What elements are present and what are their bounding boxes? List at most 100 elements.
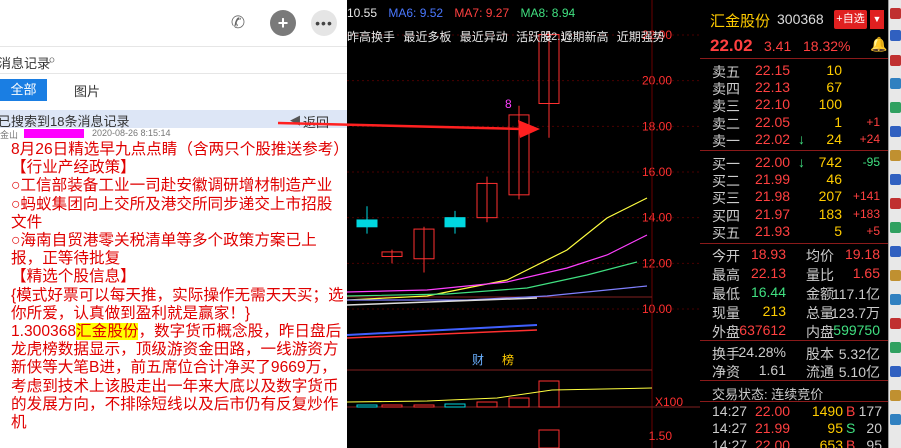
chat-toolbar: ✆ + •••: [0, 0, 347, 46]
stat-label: 均价: [806, 248, 834, 264]
stat-label: 股本: [806, 346, 834, 362]
stock-code: 300368: [777, 11, 824, 27]
toolbar-icon[interactable]: [890, 294, 901, 305]
ma-label: 10.55: [347, 6, 378, 20]
toolbar-icon[interactable]: [890, 30, 901, 41]
bid-row[interactable]: 买五 21.93 5 +5: [700, 223, 888, 241]
tick-time: 14:27: [712, 420, 748, 436]
toolbar-icon[interactable]: [890, 414, 901, 425]
level-price: 21.99: [755, 171, 791, 188]
toolbar-icon[interactable]: [890, 126, 901, 137]
divider: [700, 58, 888, 59]
toolbar-icon[interactable]: [890, 246, 901, 257]
bid-row[interactable]: 买一 22.00 ↓ 742 -95: [700, 154, 888, 172]
level-label: 卖一: [712, 132, 740, 149]
ask-row[interactable]: 卖二 22.05 1 +1: [700, 114, 888, 132]
tick-volume: 653: [819, 437, 843, 448]
toolbar-icon[interactable]: [890, 270, 901, 281]
filter-item[interactable]: 活跃股: [516, 30, 552, 44]
search-icon[interactable]: ⌕: [48, 51, 56, 68]
level-change: -95: [862, 155, 880, 169]
toolbar-icon[interactable]: [890, 174, 901, 185]
toolbar-icon[interactable]: [890, 150, 901, 161]
stat-value: 599750: [833, 322, 880, 338]
more-icon[interactable]: •••: [311, 10, 337, 36]
tick-direction: B: [846, 437, 856, 448]
filter-item[interactable]: 昨高换手: [347, 30, 395, 44]
quote-header: 汇金股份 300368 +自选 ▼: [700, 8, 888, 30]
toolbar-icon[interactable]: [890, 78, 901, 89]
ask-row[interactable]: 卖五 22.15 10: [700, 62, 888, 80]
last-price: 22.02: [710, 36, 753, 55]
tick-time: 14:27: [712, 403, 748, 419]
ask-row[interactable]: 卖四 22.13 67: [700, 79, 888, 97]
volume-bar: [413, 404, 435, 408]
tick-price: 22.00: [755, 437, 791, 448]
message-line: 8月26日精选早九点点睛（含两只个股推送参考）: [11, 141, 347, 158]
chat-history-panel: ✆ + ••• 消息记录 ⌕ 全部 图片 已搜索到18条消息记录 ◀ 返回 金山…: [0, 0, 347, 448]
bell-icon[interactable]: 🔔: [870, 36, 887, 53]
filter-item[interactable]: 近期新高: [560, 30, 608, 44]
moving-average-bar: 10.55 MA6: 9.52 MA7: 9.27 MA8: 8.94: [347, 6, 583, 20]
bid-row[interactable]: 买三 21.98 207 +141: [700, 188, 888, 206]
stat-label: 换手: [712, 346, 740, 362]
phone-icon[interactable]: ✆: [225, 10, 251, 36]
toolbar-icon[interactable]: [890, 8, 901, 19]
bid-row[interactable]: 买四 21.97 183 +183: [700, 206, 888, 224]
stat-value: 22.13: [750, 265, 786, 281]
tick-row: 14:27 22.00 653 B 95: [700, 437, 888, 448]
add-watchlist-button[interactable]: +自选: [834, 10, 867, 29]
toolbar-icon[interactable]: [890, 222, 901, 233]
volume-ma-line: [347, 387, 653, 403]
tick-row: 14:27 22.00 1490 B 177: [700, 403, 888, 421]
stat-row: 今开 18.93 均价 19.18: [700, 246, 888, 264]
level-volume: 207: [818, 188, 842, 205]
dragon-tiger-marker[interactable]: 榜: [502, 351, 514, 368]
message-line: 【行业产经政策】: [11, 159, 136, 177]
y-tick-label: 16.00: [642, 165, 672, 179]
divider: [700, 150, 888, 151]
message-stock-line: 1.300368汇金股份，数字货币概念股，昨日盘后龙虎榜数据显示，顶级游资金田路…: [11, 323, 344, 432]
quote-panel: 汇金股份 300368 +自选 ▼ 22.02 3.41 18.32% 🔔 卖五…: [700, 0, 888, 448]
y-tick-label: 10.00: [642, 302, 672, 316]
tab-all[interactable]: 全部: [0, 79, 47, 101]
toolbar-icon[interactable]: [890, 102, 901, 113]
stat-value: 1.61: [758, 362, 786, 378]
down-arrow-icon: ↓: [798, 130, 805, 147]
ask-row[interactable]: 卖一 22.02 ↓ 24 +24: [700, 131, 888, 149]
filter-item[interactable]: 最近多板: [403, 30, 451, 44]
candle-count-label: 8: [505, 97, 512, 111]
tick-count: 20: [866, 420, 882, 436]
level-price: 22.15: [755, 62, 791, 78]
tab-images[interactable]: 图片: [74, 81, 100, 100]
financial-marker[interactable]: 财: [472, 351, 484, 368]
toolbar-icon[interactable]: [890, 318, 901, 329]
stat-row: 最低 16.44 金额 117.1亿: [700, 284, 888, 302]
chevron-down-icon[interactable]: ▼: [870, 10, 884, 29]
message-line: ○海南自贸港零关税清单等多个政策方案已上报，正等待批复: [11, 232, 317, 268]
level-price: 22.13: [755, 79, 791, 96]
y-tick-label: 20.00: [642, 74, 672, 88]
toolbar-icon[interactable]: [890, 366, 901, 377]
candlestick-chart[interactable]: 22.00 20.00 18.00 16.00 14.00 12.00 10.00 1.50 8…: [347, 0, 700, 448]
tick-count: 177: [858, 403, 882, 419]
toolbar-icon[interactable]: [890, 390, 901, 401]
filter-item[interactable]: 最近异动: [460, 30, 508, 44]
level-volume: 67: [826, 79, 842, 96]
toolbar-icon[interactable]: [890, 342, 901, 353]
ask-row[interactable]: 卖三 22.10 100: [700, 96, 888, 114]
back-arrow-icon[interactable]: ◀: [290, 112, 300, 128]
message-sender: 金山: [0, 130, 19, 140]
toolbar-icon[interactable]: [890, 55, 901, 66]
stock-name-highlight: 汇金股份: [76, 323, 139, 341]
level-volume: 1: [834, 113, 842, 130]
filter-item[interactable]: 近期强势: [617, 30, 665, 44]
y-tick-label: 18.00: [642, 119, 672, 133]
level-price: 22.00: [755, 154, 791, 170]
volume-tick-label: 1.50: [649, 429, 673, 443]
level-volume: 46: [826, 171, 842, 188]
stat-value: 5.10亿: [838, 364, 880, 380]
toolbar-icon[interactable]: [890, 198, 901, 209]
add-icon[interactable]: +: [270, 10, 296, 36]
bid-row[interactable]: 买二 21.99 46: [700, 171, 888, 189]
